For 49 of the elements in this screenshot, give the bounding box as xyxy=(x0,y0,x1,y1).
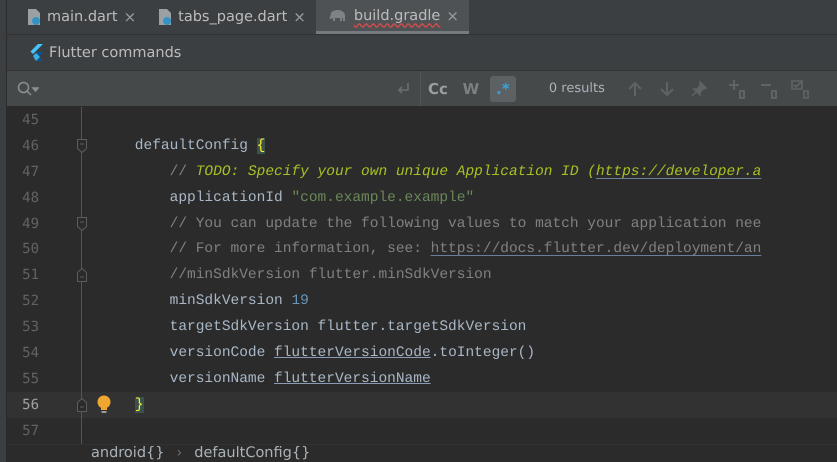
breadcrumb-separator: › xyxy=(176,445,182,461)
breadcrumb[interactable]: android{} xyxy=(91,445,164,461)
code-line: // For more information, see: https://docs.flutter.dev/deployment/an xyxy=(168,241,762,258)
search-icon xyxy=(17,80,39,96)
line-number: 52 xyxy=(21,293,39,310)
line-number: 50 xyxy=(21,241,39,258)
file-tab[interactable]: tabs_page.dart × xyxy=(146,0,316,34)
code-line: // TODO: Specify your own unique Application ID (https://developer.a xyxy=(168,164,762,180)
flutter-logo-icon xyxy=(29,44,43,61)
elephant-icon xyxy=(328,8,348,22)
code-line: versionCode flutterVersionCode.toInteger() xyxy=(168,344,536,361)
search-option-toggle[interactable]: Cc xyxy=(424,76,452,102)
search-option-toggle[interactable]: .* xyxy=(490,76,516,102)
code-line: versionName flutterVersionName xyxy=(168,370,431,387)
flutter-commands-label: Flutter commands xyxy=(49,44,182,60)
link[interactable]: https://developer.a xyxy=(596,164,762,180)
code-line: applicationId "com.example.example" xyxy=(168,190,474,206)
code-line: // You can update the following values to match your application nee xyxy=(168,216,762,232)
lightbulb-icon[interactable] xyxy=(97,395,111,414)
fold-marker-icon[interactable] xyxy=(77,398,87,412)
code-line: targetSdkVersion flutter.targetSdkVersion xyxy=(168,319,526,336)
file-tab[interactable]: build.gradle × xyxy=(316,0,469,34)
dart-file-icon xyxy=(158,8,172,26)
fold-marker-icon[interactable] xyxy=(77,138,87,153)
dart-file-icon xyxy=(27,8,41,26)
code-line: defaultConfig { xyxy=(134,138,266,154)
breadcrumb[interactable]: defaultConfig{} xyxy=(194,445,310,461)
close-icon[interactable]: × xyxy=(446,6,459,24)
close-icon[interactable]: × xyxy=(124,8,136,26)
line-number: 55 xyxy=(21,370,39,387)
line-number: 45 xyxy=(21,112,39,128)
line-number: 46 xyxy=(21,138,39,154)
line-number: 48 xyxy=(21,190,39,206)
line-number: 54 xyxy=(21,344,39,361)
link[interactable]: https://docs.flutter.dev/deployment/an xyxy=(430,241,762,258)
close-icon[interactable]: × xyxy=(293,8,306,26)
line-number: 49 xyxy=(21,216,39,232)
line-number: 53 xyxy=(21,319,39,336)
code-line: minSdkVersion 19 xyxy=(168,293,309,310)
line-number: 51 xyxy=(21,267,39,284)
line-number: 57 xyxy=(21,422,39,439)
code-line: //minSdkVersion flutter.minSdkVersion xyxy=(168,267,492,284)
fold-marker-icon[interactable] xyxy=(77,216,87,230)
file-tab[interactable]: main.dart × xyxy=(15,0,146,34)
fold-marker-icon[interactable] xyxy=(77,268,87,282)
newline-icon[interactable] xyxy=(396,82,410,96)
line-number: 56 xyxy=(21,396,39,413)
results-count: 0 results xyxy=(548,81,605,96)
line-number: 47 xyxy=(21,164,39,180)
